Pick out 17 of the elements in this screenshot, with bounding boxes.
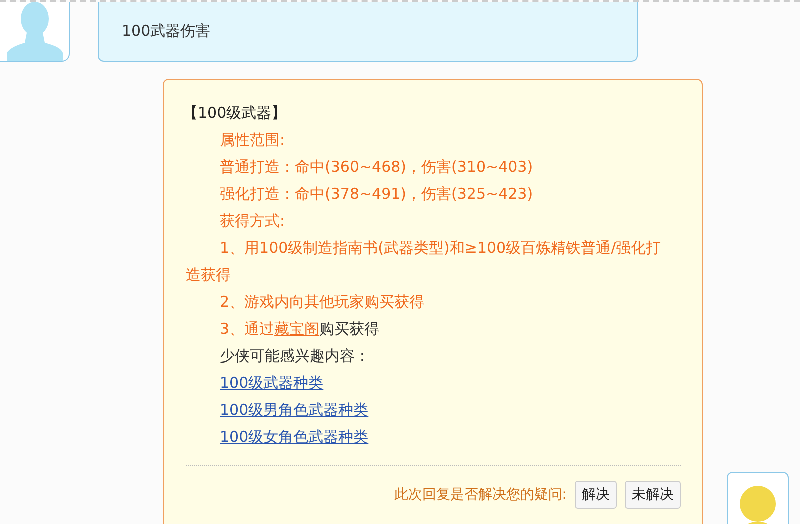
- related-link[interactable]: 100级武器种类: [220, 370, 324, 397]
- answer-line: 2、游戏内向其他玩家购买获得: [219, 292, 425, 313]
- feedback-prompt: 此次回复是否解决您的疑问:: [394, 486, 567, 504]
- answer-line: 3、通过藏宝阁购买获得: [219, 319, 380, 340]
- related-link[interactable]: 100级男角色武器种类: [220, 397, 369, 424]
- answer-line: 属性范围:: [219, 130, 286, 151]
- feedback-button[interactable]: 解决: [575, 481, 617, 509]
- answer-line: 1、用100级制造指南书(武器类型)和≥100级百炼精铁普通/强化打造获得: [186, 238, 662, 286]
- answer-line: 获得方式:: [219, 211, 286, 232]
- answer-title: 【100级武器】: [183, 103, 288, 124]
- answer-line: 普通打造：命中(360~468)，伤害(310~403): [219, 157, 534, 178]
- answer-line: 少侠可能感兴趣内容：: [219, 346, 370, 367]
- question-text: 100武器伤害: [122, 22, 211, 41]
- feedback-button[interactable]: 未解决: [625, 481, 681, 509]
- related-link[interactable]: 100级女角色武器种类: [220, 424, 369, 451]
- answer-line: 强化打造：命中(378~491)，伤害(325~423): [219, 184, 534, 205]
- person-icon: [6, 2, 62, 61]
